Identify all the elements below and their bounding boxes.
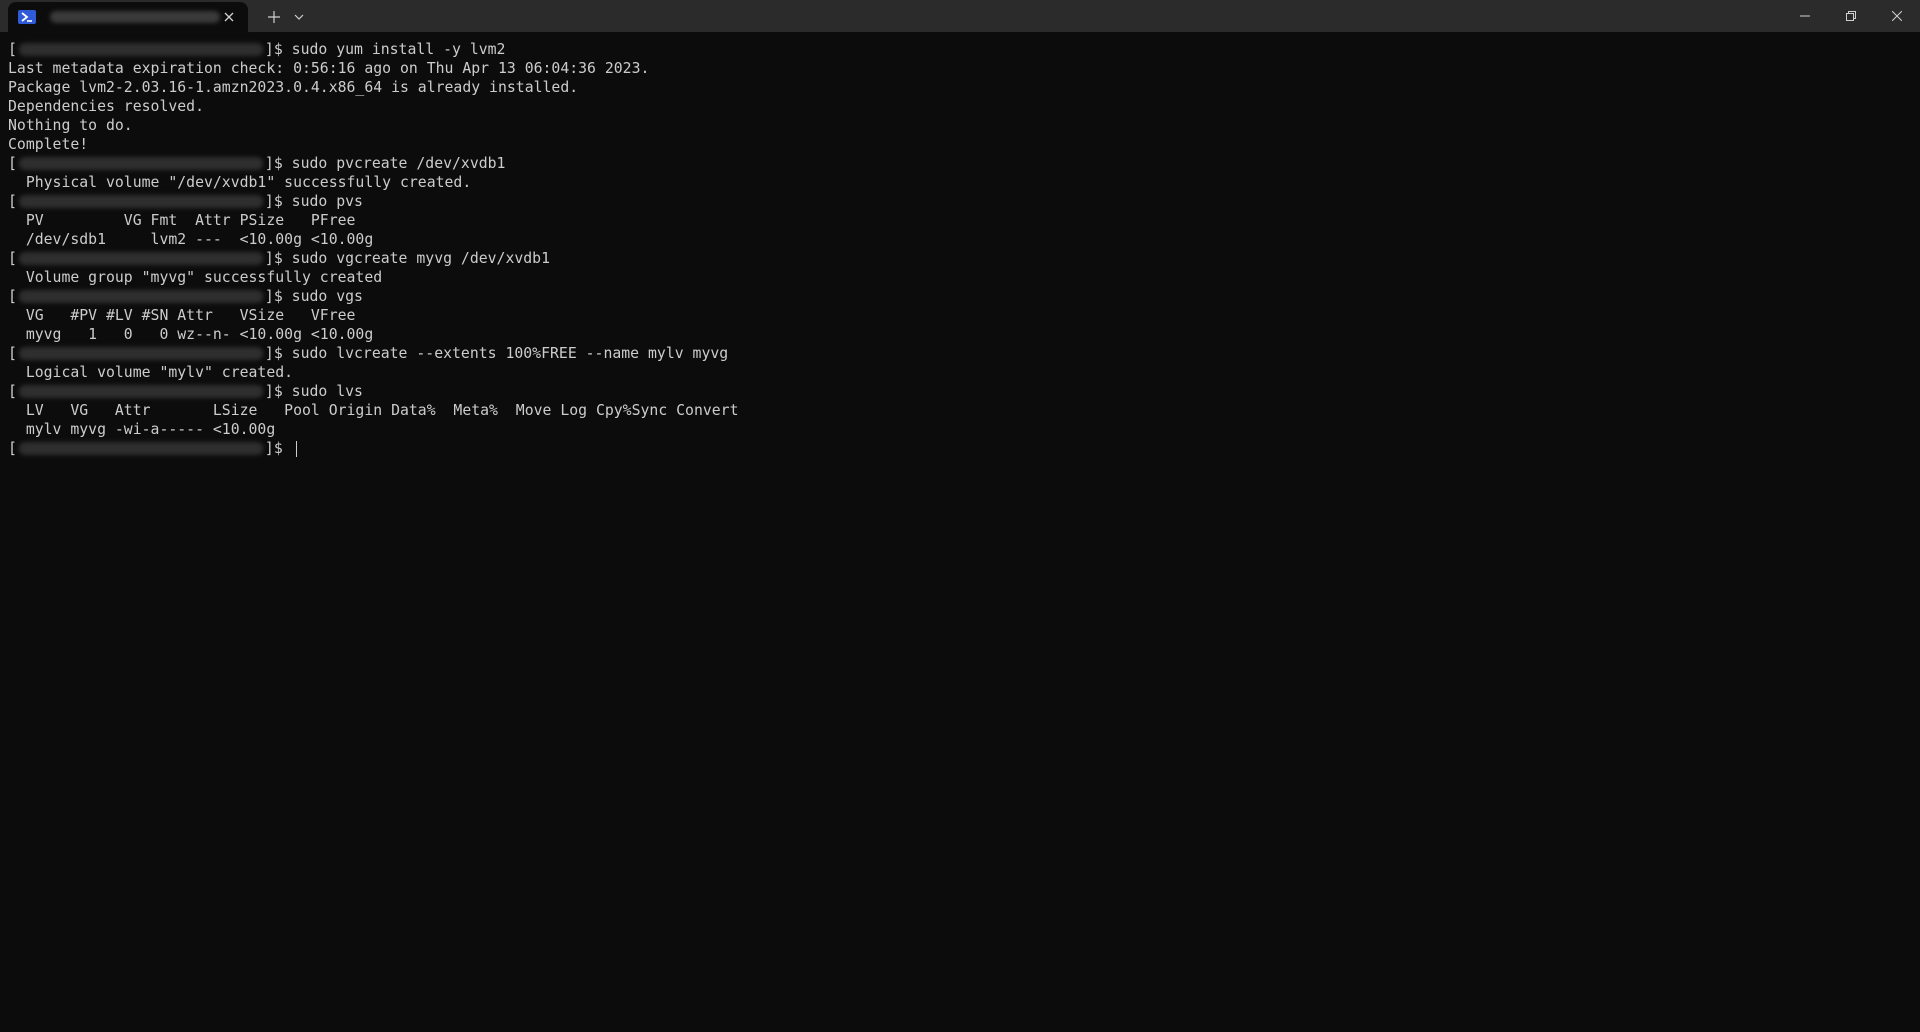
- tab-dropdown-button[interactable]: [288, 2, 310, 32]
- title-bar[interactable]: [0, 0, 1920, 32]
- output-line: Complete!: [8, 135, 1908, 154]
- active-prompt-line: [ ]$: [8, 439, 1908, 458]
- prompt-host-redacted: [18, 385, 263, 398]
- text-cursor: [295, 440, 297, 457]
- prompt-open-bracket: [: [8, 155, 17, 172]
- output-text: Dependencies resolved.: [8, 98, 204, 115]
- close-window-button[interactable]: [1874, 0, 1920, 32]
- prompt-host-redacted: [18, 442, 263, 455]
- output-text: myvg 1 0 0 wz--n- <10.00g <10.00g: [8, 326, 374, 343]
- new-tab-button[interactable]: [260, 2, 288, 32]
- prompt-line: [ ]$ sudo lvs: [8, 382, 1908, 401]
- prompt-host-redacted: [18, 252, 263, 265]
- prompt-open-bracket: [: [8, 345, 17, 362]
- minimize-icon: [1800, 15, 1810, 17]
- command-text: [283, 439, 292, 458]
- prompt-host-redacted: [18, 43, 263, 56]
- output-line: Volume group "myvg" successfully created: [8, 268, 1908, 287]
- output-line: Logical volume "mylv" created.: [8, 363, 1908, 382]
- prompt-line: [ ]$ sudo pvs: [8, 192, 1908, 211]
- output-line: myvg 1 0 0 wz--n- <10.00g <10.00g: [8, 325, 1908, 344]
- prompt-line: [ ]$ sudo vgs: [8, 287, 1908, 306]
- prompt-line: [ ]$ sudo vgcreate myvg /dev/xvdb1: [8, 249, 1908, 268]
- prompt-line: [ ]$ sudo yum install -y lvm2: [8, 40, 1908, 59]
- plus-icon: [268, 11, 280, 23]
- output-line: /dev/sdb1 lvm2 --- <10.00g <10.00g: [8, 230, 1908, 249]
- command-text: sudo lvcreate --extents 100%FREE --name …: [282, 345, 729, 362]
- prompt-host-redacted: [18, 347, 263, 360]
- output-line: Nothing to do.: [8, 116, 1908, 135]
- output-text: Nothing to do.: [8, 117, 133, 134]
- command-text: sudo vgcreate myvg /dev/xvdb1: [282, 250, 551, 267]
- command-text: sudo yum install -y lvm2: [282, 41, 506, 58]
- output-text: Last metadata expiration check: 0:56:16 …: [8, 60, 650, 77]
- output-text: Volume group "myvg" successfully created: [8, 269, 383, 286]
- output-line: mylv myvg -wi-a----- <10.00g: [8, 420, 1908, 439]
- output-text: Physical volume "/dev/xvdb1" successfull…: [8, 174, 472, 191]
- output-text: Package lvm2-2.03.16-1.amzn2023.0.4.x86_…: [8, 79, 579, 96]
- tab-title: [50, 11, 220, 23]
- powershell-icon: [18, 10, 36, 24]
- prompt-open-bracket: [: [8, 41, 17, 58]
- command-text: sudo vgs: [282, 288, 363, 305]
- output-text: Complete!: [8, 136, 89, 153]
- output-line: Last metadata expiration check: 0:56:16 …: [8, 59, 1908, 78]
- close-icon: [1892, 11, 1902, 21]
- window-controls: [1782, 0, 1920, 32]
- output-text: /dev/sdb1 lvm2 --- <10.00g <10.00g: [8, 231, 374, 248]
- prompt-close-symbol: ]$: [264, 193, 283, 210]
- output-text: Logical volume "mylv" created.: [8, 364, 294, 381]
- output-line: LV VG Attr LSize Pool Origin Data% Meta%…: [8, 401, 1908, 420]
- terminal-window: [ ]$ sudo yum install -y lvm2 Last metadat…: [0, 0, 1920, 1032]
- output-line: Package lvm2-2.03.16-1.amzn2023.0.4.x86_…: [8, 78, 1908, 97]
- prompt-host-redacted: [18, 195, 263, 208]
- prompt-open-bracket: [: [8, 440, 17, 457]
- command-text: sudo pvs: [282, 193, 363, 210]
- prompt-close-symbol: ]$: [264, 155, 283, 172]
- prompt-open-bracket: [: [8, 383, 17, 400]
- command-text: sudo lvs: [282, 383, 363, 400]
- terminal-output[interactable]: [ ]$ sudo yum install -y lvm2 Last metadat…: [8, 40, 1908, 1020]
- restore-icon: [1846, 11, 1856, 21]
- prompt-close-symbol: ]$: [264, 250, 283, 267]
- prompt-open-bracket: [: [8, 250, 17, 267]
- prompt-host-redacted: [18, 157, 263, 170]
- output-line: PV VG Fmt Attr PSize PFree: [8, 211, 1908, 230]
- chevron-down-icon: [294, 14, 304, 20]
- prompt-close-symbol: ]$: [264, 345, 283, 362]
- minimize-button[interactable]: [1782, 0, 1828, 32]
- output-text: mylv myvg -wi-a----- <10.00g: [8, 421, 276, 438]
- prompt-open-bracket: [: [8, 288, 17, 305]
- prompt-open-bracket: [: [8, 193, 17, 210]
- prompt-host-redacted: [18, 290, 263, 303]
- close-tab-icon[interactable]: [222, 10, 236, 24]
- output-text: VG #PV #LV #SN Attr VSize VFree: [8, 307, 356, 324]
- output-line: Dependencies resolved.: [8, 97, 1908, 116]
- output-text: PV VG Fmt Attr PSize PFree: [8, 212, 356, 229]
- prompt-line: [ ]$ sudo pvcreate /dev/xvdb1: [8, 154, 1908, 173]
- output-text: LV VG Attr LSize Pool Origin Data% Meta%…: [8, 402, 739, 419]
- prompt-close-symbol: ]$: [264, 383, 283, 400]
- tab-active[interactable]: [8, 2, 248, 32]
- prompt-close-symbol: ]$: [264, 440, 283, 457]
- output-line: Physical volume "/dev/xvdb1" successfull…: [8, 173, 1908, 192]
- output-line: VG #PV #LV #SN Attr VSize VFree: [8, 306, 1908, 325]
- prompt-close-symbol: ]$: [264, 288, 283, 305]
- prompt-line: [ ]$ sudo lvcreate --extents 100%FREE --n…: [8, 344, 1908, 363]
- maximize-button[interactable]: [1828, 0, 1874, 32]
- prompt-close-symbol: ]$: [264, 41, 283, 58]
- command-text: sudo pvcreate /dev/xvdb1: [282, 155, 506, 172]
